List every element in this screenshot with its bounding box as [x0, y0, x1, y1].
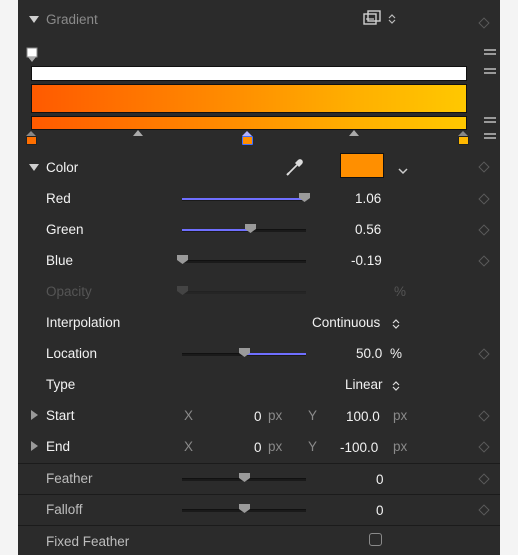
inspector-panel: Gradient Color Red 1.06 Green 0.56 Blue … — [18, 0, 500, 555]
green-slider-fill — [182, 229, 250, 231]
blue-row: Blue -0.19 — [18, 245, 500, 276]
falloff-row: Falloff 0 — [18, 495, 500, 526]
keyframe-diamond-icon[interactable] — [478, 193, 490, 205]
keyframe-diamond-icon[interactable] — [478, 255, 490, 267]
gradient-label: Gradient — [46, 12, 98, 27]
start-row: Start X 0 px Y 100.0 px — [18, 400, 500, 431]
disclosure-open-icon[interactable] — [29, 16, 39, 23]
stepper-icon[interactable] — [388, 12, 396, 30]
start-y-label: Y — [308, 408, 318, 423]
location-slider-fill — [246, 353, 306, 355]
gradient-preset-icon[interactable] — [362, 10, 384, 28]
end-y-value[interactable]: -100.0 — [340, 440, 378, 456]
keyframe-diamond-icon[interactable] — [478, 17, 490, 29]
fixed-feather-row: Fixed Feather — [18, 526, 500, 555]
start-x-label: X — [184, 408, 194, 423]
red-slider-fill — [182, 198, 304, 200]
feather-row: Feather 0 — [18, 464, 500, 495]
list-icon[interactable] — [484, 133, 496, 141]
type-row: Type Linear — [18, 369, 500, 400]
opacity-label: Opacity — [46, 284, 92, 299]
list-icon[interactable] — [484, 68, 496, 76]
keyframe-diamond-icon[interactable] — [478, 161, 490, 173]
keyframe-diamond-icon[interactable] — [478, 441, 490, 453]
location-value[interactable]: 50.0 — [356, 346, 382, 362]
falloff-label: Falloff — [46, 502, 83, 517]
chevron-down-icon[interactable] — [398, 162, 408, 180]
keyframe-diamond-icon[interactable] — [478, 348, 490, 360]
type-popup[interactable]: Linear — [345, 377, 383, 393]
stepper-icon[interactable] — [392, 317, 400, 335]
color-swatch[interactable] — [340, 153, 384, 178]
color-row: Color — [18, 152, 500, 183]
keyframe-diamond-icon[interactable] — [478, 224, 490, 236]
disclosure-open-icon[interactable] — [29, 164, 39, 171]
disclosure-closed-icon[interactable] — [31, 410, 38, 420]
end-x-unit: px — [268, 439, 283, 454]
gradient-preview-bar — [31, 84, 467, 113]
list-icon[interactable] — [484, 49, 496, 57]
interpolation-label: Interpolation — [46, 315, 121, 330]
color-label: Color — [46, 160, 79, 175]
start-x-unit: px — [268, 408, 283, 423]
green-value[interactable]: 0.56 — [355, 222, 381, 238]
blue-slider-track[interactable] — [182, 260, 306, 263]
location-unit: % — [390, 346, 403, 361]
fixed-feather-label: Fixed Feather — [46, 534, 130, 549]
disclosure-closed-icon[interactable] — [31, 441, 38, 451]
start-x-value[interactable]: 0 — [254, 409, 262, 425]
stepper-icon[interactable] — [392, 379, 400, 397]
end-y-unit: px — [393, 439, 408, 454]
color-stop-handle[interactable] — [242, 131, 253, 145]
green-label: Green — [46, 222, 84, 237]
start-y-unit: px — [393, 408, 408, 423]
green-row: Green 0.56 — [18, 214, 500, 245]
opacity-bar[interactable] — [31, 66, 467, 81]
opacity-row: Opacity % — [18, 276, 500, 307]
blue-label: Blue — [46, 253, 74, 268]
interpolation-popup[interactable]: Continuous — [312, 315, 380, 331]
list-icon[interactable] — [484, 117, 496, 125]
location-label: Location — [46, 346, 98, 361]
end-x-label: X — [184, 439, 194, 454]
feather-value[interactable]: 0 — [376, 472, 384, 488]
end-y-label: Y — [308, 439, 318, 454]
keyframe-diamond-icon[interactable] — [478, 473, 490, 485]
red-label: Red — [46, 191, 71, 206]
midpoint-handle[interactable] — [349, 130, 359, 136]
opacity-slider-track — [182, 291, 306, 294]
interpolation-row: Interpolation Continuous — [18, 307, 500, 338]
red-row: Red 1.06 — [18, 183, 500, 214]
location-row: Location 50.0 % — [18, 338, 500, 369]
blue-value[interactable]: -0.19 — [351, 253, 382, 269]
color-stop-handle[interactable] — [26, 131, 37, 145]
red-value[interactable]: 1.06 — [355, 191, 381, 207]
start-label: Start — [46, 408, 75, 423]
keyframe-diamond-icon[interactable] — [478, 504, 490, 516]
end-row: End X 0 px Y -100.0 px — [18, 431, 500, 462]
end-x-value[interactable]: 0 — [254, 440, 262, 456]
color-bar[interactable] — [31, 116, 467, 130]
fixed-feather-checkbox[interactable] — [369, 533, 382, 546]
gradient-header-row: Gradient — [18, 4, 500, 35]
end-label: End — [46, 439, 71, 454]
feather-label: Feather — [46, 471, 93, 486]
opacity-unit: % — [394, 284, 407, 299]
falloff-value[interactable]: 0 — [376, 503, 384, 519]
start-y-value[interactable]: 100.0 — [346, 409, 380, 425]
type-label: Type — [46, 377, 76, 392]
eyedropper-icon[interactable] — [284, 156, 306, 183]
keyframe-diamond-icon[interactable] — [478, 410, 490, 422]
midpoint-handle[interactable] — [133, 130, 143, 136]
color-stop-handle[interactable] — [458, 131, 469, 145]
opacity-stop-handle[interactable] — [26, 47, 38, 62]
